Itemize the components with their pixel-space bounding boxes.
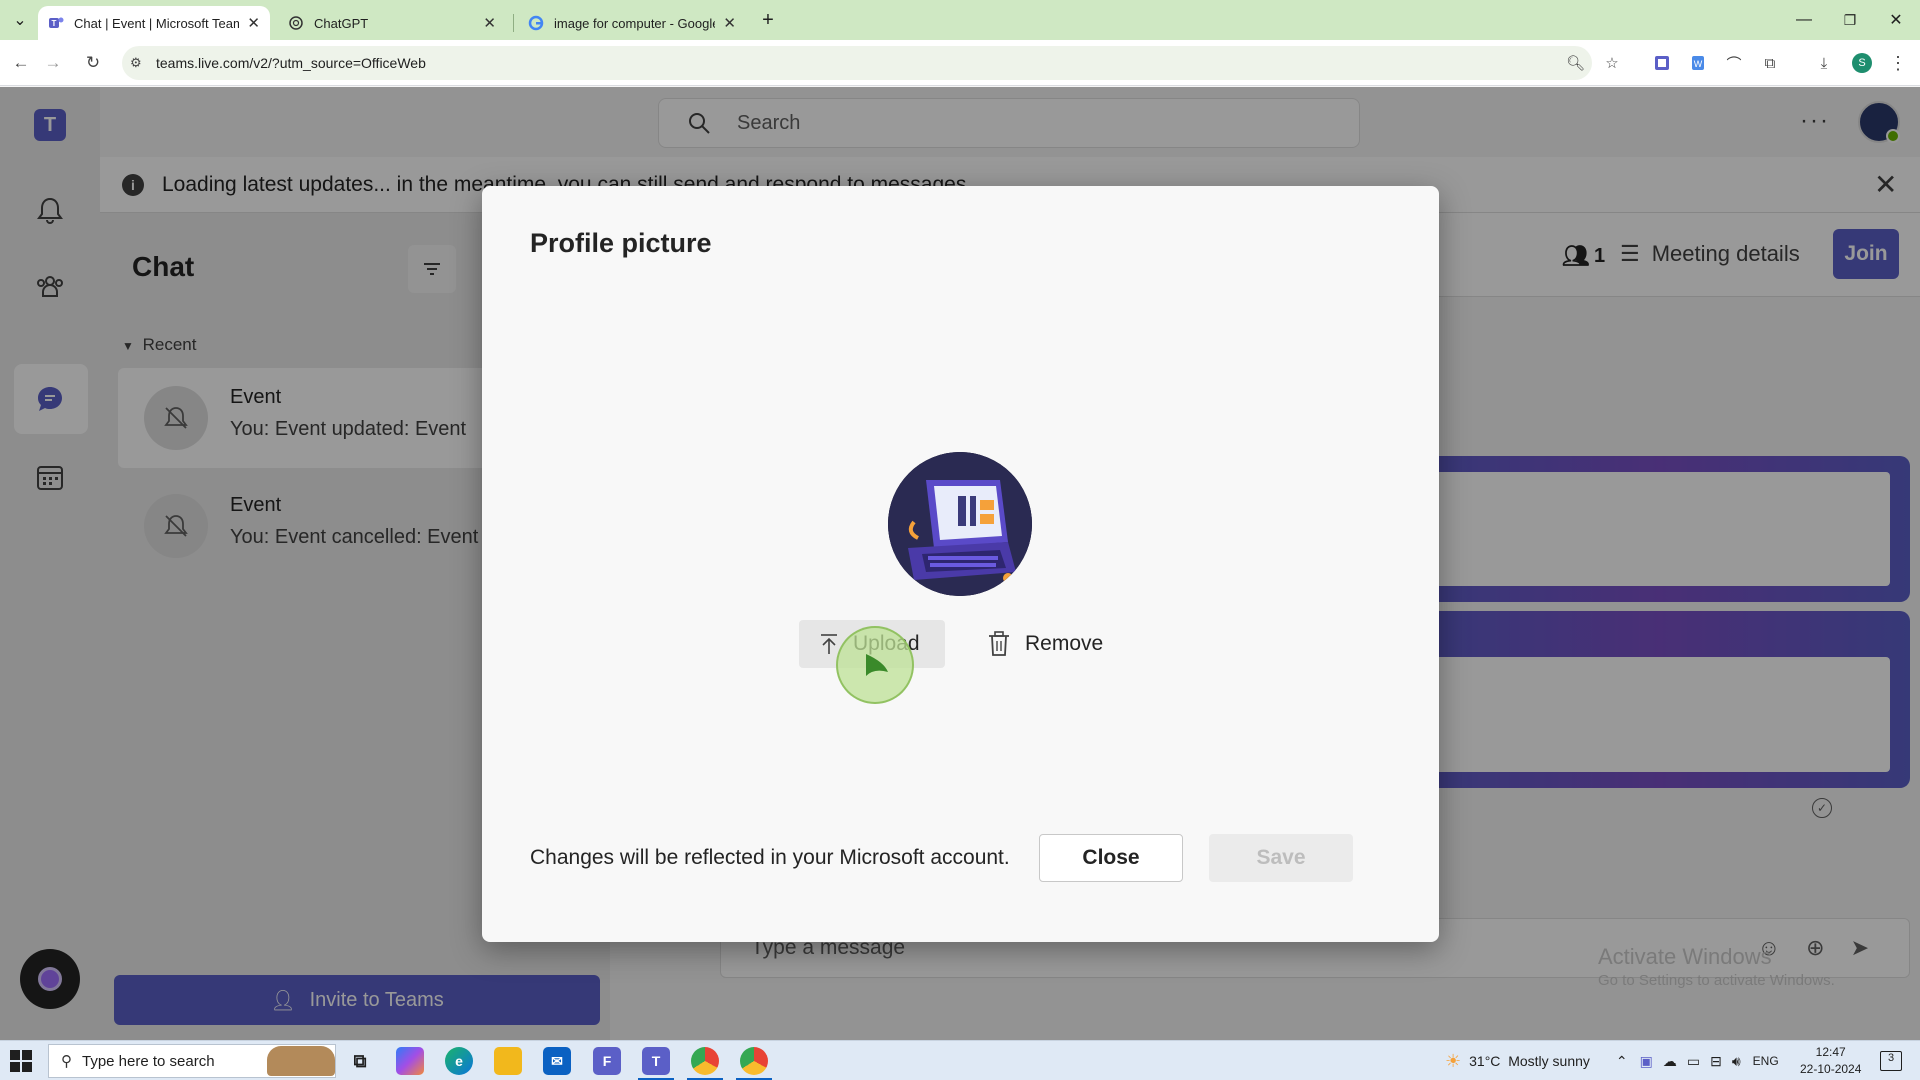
trash-icon (989, 631, 1009, 656)
chrome-profile-app-icon[interactable] (736, 1047, 772, 1080)
forward-icon[interactable]: → (40, 50, 66, 76)
extension-arc-icon[interactable]: ⌒ (1722, 51, 1746, 75)
url-text[interactable]: teams.live.com/v2/?utm_source=OfficeWeb (156, 55, 426, 71)
chrome-app-icon[interactable] (687, 1047, 723, 1080)
remove-label: Remove (1025, 632, 1104, 655)
tab-chatgpt[interactable]: ChatGPT ✕ (278, 6, 506, 40)
address-bar[interactable]: ⚙ teams.live.com/v2/?utm_source=OfficeWe… (122, 46, 1592, 80)
chatgpt-icon (288, 15, 304, 31)
close-tab-icon[interactable]: ✕ (483, 14, 496, 32)
notification-count: 3 (1887, 1052, 1895, 1064)
tab-title: Chat | Event | Microsoft Teams (74, 15, 240, 31)
activate-windows-watermark: Activate Windows Go to Settings to activ… (1598, 944, 1835, 989)
windows-taskbar: ⚲ Type here to search ⧉ e ✉ F T ☀ 31°C M… (0, 1040, 1920, 1080)
teams-app-icon[interactable]: T (638, 1047, 674, 1080)
close-tab-icon[interactable]: ✕ (723, 14, 736, 32)
pointer-cursor-icon (866, 654, 888, 676)
tab-title: image for computer - Google S (554, 15, 716, 31)
upload-icon (821, 634, 837, 654)
close-button[interactable]: Close (1039, 834, 1183, 882)
mail-app-icon[interactable]: ✉ (543, 1047, 571, 1075)
extensions-puzzle-icon[interactable]: ⧉ (1758, 51, 1782, 75)
extension-forms-icon[interactable] (1650, 51, 1674, 75)
reload-icon[interactable]: ↻ (80, 50, 106, 76)
back-icon[interactable]: ← (8, 50, 34, 76)
clock-time: 12:47 (1815, 1045, 1846, 1059)
clock-date: 22-10-2024 (1800, 1062, 1862, 1076)
taskbar-clock[interactable]: 12:47 22-10-2024 (1800, 1044, 1861, 1078)
dialog-note: Changes will be reflected in your Micros… (530, 846, 1010, 869)
search-icon: ⚲ (61, 1053, 72, 1070)
forms-app-icon[interactable]: F (593, 1047, 621, 1075)
new-tab-icon[interactable]: + (756, 8, 780, 32)
task-view-icon[interactable]: ⧉ (346, 1047, 374, 1075)
watermark-title: Activate Windows (1598, 944, 1772, 969)
laptop-illustration-icon (888, 452, 1032, 596)
google-icon (528, 15, 544, 31)
minimize-icon[interactable]: — (1792, 8, 1816, 32)
tab-teams[interactable]: T Chat | Event | Microsoft Teams ✕ (38, 6, 270, 40)
battery-icon[interactable]: ▭ (1687, 1053, 1700, 1070)
bookmark-star-icon[interactable]: ☆ (1600, 51, 1624, 75)
notification-center-icon[interactable]: 3 (1880, 1051, 1902, 1071)
zoom-icon[interactable]: 🔍︎ (1566, 54, 1585, 72)
tab-title: ChatGPT (314, 15, 369, 31)
tab-separator (513, 14, 514, 32)
search-highlight-wombat-icon (267, 1046, 335, 1076)
onedrive-icon[interactable]: ☁ (1663, 1053, 1677, 1070)
save-button[interactable]: Save (1209, 834, 1353, 882)
tab-google[interactable]: image for computer - Google S ✕ (518, 6, 746, 40)
file-explorer-icon[interactable] (494, 1047, 522, 1075)
copilot-app-icon[interactable] (396, 1047, 424, 1075)
site-info-icon[interactable]: ⚙ (130, 55, 142, 71)
taskbar-search-placeholder: Type here to search (82, 1052, 215, 1070)
volume-icon[interactable]: 🔊︎ (1732, 1053, 1741, 1070)
close-window-icon[interactable]: ✕ (1884, 8, 1908, 32)
tab-search-chevron-icon[interactable]: ⌄ (8, 8, 32, 32)
profile-initial: S (1852, 53, 1872, 73)
download-icon[interactable]: ⤓ (1812, 51, 1836, 75)
dialog-title: Profile picture (530, 228, 712, 258)
weather-text[interactable]: 31°C Mostly sunny (1469, 1053, 1590, 1069)
network-icon[interactable]: ⊟ (1710, 1053, 1722, 1070)
weather-sun-icon[interactable]: ☀ (1445, 1051, 1461, 1072)
teams-tray-icon[interactable]: ▣ (1640, 1053, 1653, 1070)
language-indicator[interactable]: ENG (1753, 1054, 1779, 1068)
browser-toolbar: ← → ↻ ⚙ teams.live.com/v2/?utm_source=Of… (0, 40, 1920, 86)
taskbar-search-input[interactable]: ⚲ Type here to search (48, 1044, 336, 1078)
svg-text:W: W (1694, 59, 1703, 69)
browser-menu-icon[interactable]: ⋮ (1886, 51, 1910, 75)
close-tab-icon[interactable]: ✕ (247, 14, 260, 32)
system-tray: ☀ 31°C Mostly sunny ⌃ ▣ ☁ ▭ ⊟ 🔊︎ ENG (1445, 1041, 1779, 1080)
teams-icon: T (48, 15, 64, 31)
extension-word-icon[interactable]: W (1686, 51, 1710, 75)
profile-picture-dialog: Profile picture Upload Remove Changes w (482, 186, 1439, 942)
restore-icon[interactable]: ❐ (1838, 8, 1862, 32)
remove-button[interactable]: Remove (987, 620, 1127, 668)
browser-tab-bar: ⌄ T Chat | Event | Microsoft Teams ✕ Cha… (0, 0, 1920, 40)
profile-avatar[interactable]: S (1850, 51, 1874, 75)
show-hidden-icons-icon[interactable]: ⌃ (1616, 1053, 1628, 1070)
windows-start-icon[interactable] (10, 1050, 32, 1072)
click-indicator-cursor (836, 626, 914, 704)
edge-app-icon[interactable]: e (445, 1047, 473, 1075)
watermark-subtitle: Go to Settings to activate Windows. (1598, 972, 1835, 989)
svg-text:T: T (52, 19, 57, 28)
profile-picture-preview (888, 452, 1032, 596)
